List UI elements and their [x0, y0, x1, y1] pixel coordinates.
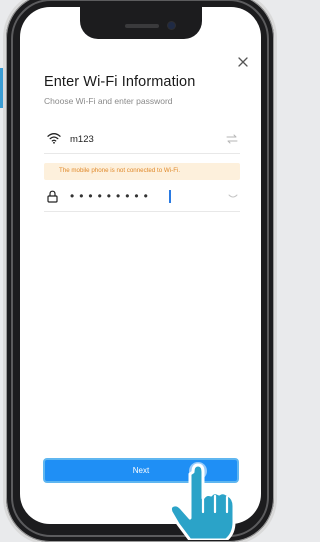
- tap-hand-icon: [168, 462, 236, 540]
- lock-icon: [47, 190, 58, 203]
- swap-icon[interactable]: [226, 134, 238, 144]
- wifi-ssid: m123: [70, 134, 94, 145]
- phone-notch: [80, 7, 202, 39]
- divider: [44, 153, 240, 154]
- divider: [44, 211, 240, 212]
- warning-banner: The mobile phone is not connected to Wi-…: [44, 163, 240, 180]
- password-field[interactable]: •••••••••: [44, 186, 240, 210]
- page-title: Enter Wi-Fi Information: [44, 74, 196, 90]
- wifi-selector[interactable]: m123: [44, 127, 240, 153]
- text-cursor: [169, 190, 171, 203]
- eye-closed-icon[interactable]: [228, 194, 238, 200]
- warning-text: The mobile phone is not connected to Wi-…: [59, 167, 181, 174]
- password-value: •••••••••: [70, 189, 153, 203]
- close-icon[interactable]: [236, 55, 250, 69]
- wifi-icon: [47, 133, 61, 144]
- phone-screen: Enter Wi-Fi Information Choose Wi-Fi and…: [20, 7, 261, 524]
- page-subtitle: Choose Wi-Fi and enter password: [44, 96, 173, 106]
- speaker-grille: [125, 24, 159, 28]
- front-camera: [168, 22, 175, 29]
